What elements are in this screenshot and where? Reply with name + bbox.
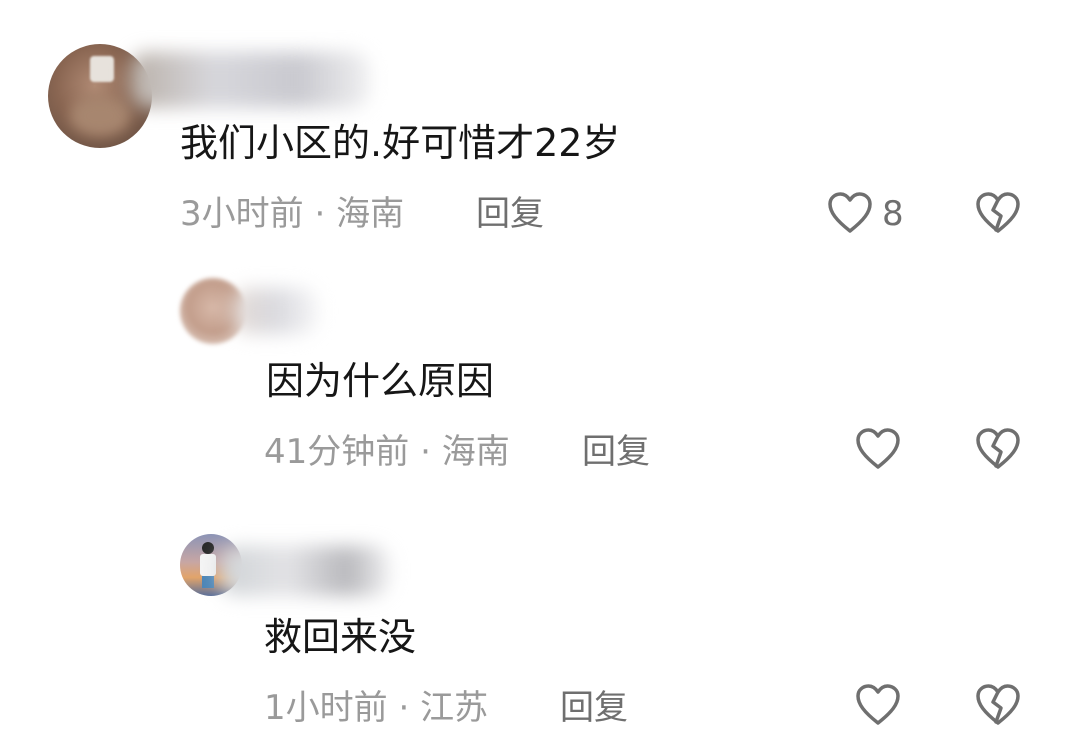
comment-meta: 41分钟前 · 海南 [264,432,510,472]
username-blurred[interactable] [220,546,390,596]
comment-meta: 3小时前 · 海南 [180,194,404,234]
comment-location: 海南 [441,432,510,472]
reply-button[interactable]: 回复 [582,432,650,472]
heart-outline-icon[interactable] [826,190,874,236]
like-count: 8 [882,194,904,234]
meta-separator: · [409,432,442,472]
heart-outline-icon[interactable] [854,682,902,728]
heart-outline-icon[interactable] [854,426,902,472]
comment-time: 3小时前 [180,194,304,234]
meta-separator: · [387,688,421,728]
comment-time: 1小时前 [264,688,388,728]
comment-location: 海南 [336,194,405,234]
broken-heart-icon[interactable] [974,190,1022,236]
reply-button[interactable]: 回复 [560,688,628,728]
broken-heart-icon[interactable] [974,426,1022,472]
meta-separator: · [303,194,337,234]
comment-location: 江苏 [420,688,489,728]
username-blurred[interactable] [130,52,370,108]
comment-text: 救回来没 [264,615,417,659]
broken-heart-icon[interactable] [974,682,1022,728]
comment-time: 41分钟前 [264,432,410,472]
reply-button[interactable]: 回复 [476,194,544,234]
comment-text: 我们小区的.好可惜才22岁 [180,121,621,165]
comment-text: 因为什么原因 [266,359,495,403]
comment-meta: 1小时前 · 江苏 [264,688,488,728]
username-blurred[interactable] [232,288,318,334]
